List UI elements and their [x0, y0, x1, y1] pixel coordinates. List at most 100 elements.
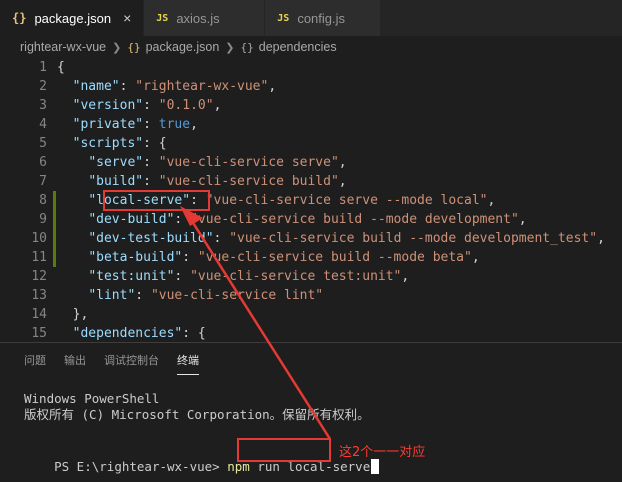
terminal-line-2: 版权所有 (C) Microsoft Corporation。保留所有权利。	[24, 407, 370, 422]
js-file-icon: JS	[156, 12, 169, 24]
code-text: },	[57, 305, 89, 324]
line-number: 3	[39, 98, 47, 113]
annotation-note: 这2个一一对应	[339, 445, 426, 460]
code-line[interactable]: 12 "test:unit": "vue-cli-service test:un…	[0, 267, 622, 286]
tab-terminal[interactable]: 终端	[177, 346, 199, 375]
code-token: ,	[190, 117, 198, 132]
line-number: 12	[31, 269, 47, 284]
tab-package-json[interactable]: {} package.json ×	[0, 0, 145, 36]
chevron-right-icon: ❯	[112, 41, 122, 54]
code-token: "vue-cli-service serve"	[158, 155, 339, 170]
code-token: ,	[338, 174, 347, 189]
editor-tab-bar: {} package.json × JS axios.js JS config.…	[0, 0, 622, 36]
code-line[interactable]: 5 "scripts": {	[0, 134, 622, 153]
line-number: 11	[31, 250, 47, 265]
breadcrumb-symbol[interactable]: dependencies	[259, 40, 337, 54]
code-token: "dependencies"	[72, 326, 183, 341]
tab-problems[interactable]: 问题	[24, 346, 46, 374]
code-line[interactable]: 14 },	[0, 305, 622, 324]
code-token: {	[57, 60, 65, 75]
code-token: :	[143, 155, 159, 170]
code-token: "dev-test-build"	[88, 231, 214, 246]
code-token: "vue-cli-service build --mode developmen…	[190, 212, 519, 227]
code-token: "vue-cli-service build --mode developmen…	[229, 231, 598, 246]
code-token: :	[143, 174, 159, 189]
code-token: {	[197, 326, 206, 341]
code-token: "dev-build"	[88, 212, 175, 227]
modified-line-marker	[53, 229, 56, 248]
code-line[interactable]: 7 "build": "vue-cli-service build",	[0, 172, 622, 191]
code-token: ,	[518, 212, 527, 227]
code-line[interactable]: 11 "beta-build": "vue-cli-service build …	[0, 248, 622, 267]
code-line[interactable]: 3 "version": "0.1.0",	[0, 96, 622, 115]
close-icon[interactable]: ×	[123, 10, 131, 26]
code-token: },	[57, 307, 89, 322]
tab-debug-console[interactable]: 调试控制台	[104, 346, 159, 374]
terminal-line-1: Windows PowerShell	[24, 391, 160, 406]
code-text: "dependencies": {	[57, 324, 206, 342]
object-icon: {}	[240, 40, 254, 54]
code-line[interactable]: 1{	[0, 58, 622, 77]
code-line[interactable]: 9 "dev-build": "vue-cli-service build --…	[0, 210, 622, 229]
code-text: "lint": "vue-cli-service lint"	[57, 286, 323, 305]
code-text: "serve": "vue-cli-service serve",	[57, 153, 346, 172]
code-token: ,	[401, 269, 410, 284]
code-token: "test:unit"	[88, 269, 175, 284]
tab-axios-js[interactable]: JS axios.js	[144, 0, 266, 36]
modified-line-marker	[53, 248, 56, 267]
terminal-cursor	[371, 459, 380, 474]
chevron-right-icon: ❯	[225, 41, 235, 54]
breadcrumb-file[interactable]: package.json	[146, 40, 220, 54]
code-token: "0.1.0"	[158, 98, 214, 113]
breadcrumb: rightear-wx-vue ❯ {} package.json ❯ {} d…	[0, 36, 622, 58]
code-line[interactable]: 10 "dev-test-build": "vue-cli-service bu…	[0, 229, 622, 248]
code-token: ,	[597, 231, 605, 246]
line-number: 8	[39, 193, 47, 208]
code-line[interactable]: 13 "lint": "vue-cli-service lint"	[0, 286, 622, 305]
code-token: ,	[268, 79, 277, 94]
code-text: {	[57, 58, 65, 77]
code-token: ,	[487, 193, 496, 208]
code-token: true	[158, 117, 191, 132]
tab-output[interactable]: 输出	[64, 346, 86, 374]
code-token: "vue-cli-service serve --mode local"	[205, 193, 488, 208]
code-text: "scripts": {	[57, 134, 167, 153]
line-number: 4	[39, 117, 47, 132]
code-token: "scripts"	[72, 136, 144, 151]
code-token: :	[119, 79, 136, 94]
breadcrumb-project[interactable]: rightear-wx-vue	[20, 40, 106, 54]
code-text: "build": "vue-cli-service build",	[57, 172, 347, 191]
code-token: :	[182, 250, 198, 265]
code-token: "vue-cli-service build"	[158, 174, 339, 189]
line-number: 15	[31, 326, 47, 341]
code-token: "version"	[72, 98, 144, 113]
line-number: 14	[31, 307, 47, 322]
json-file-icon: {}	[12, 11, 27, 25]
code-editor[interactable]: 1{2 "name": "rightear-wx-vue", 3 "version…	[0, 58, 622, 342]
code-token: :	[143, 98, 159, 113]
line-number: 2	[39, 79, 47, 94]
code-line[interactable]: 2 "name": "rightear-wx-vue",	[0, 77, 622, 96]
code-text: "dev-test-build": "vue-cli-service build…	[57, 229, 605, 248]
code-line[interactable]: 6 "serve": "vue-cli-service serve",	[0, 153, 622, 172]
panel-tabs: 问题 输出 调试控制台 终端	[0, 343, 217, 377]
modified-line-marker	[53, 191, 56, 210]
tab-label: package.json	[34, 10, 112, 26]
line-number: 13	[31, 288, 47, 303]
code-line[interactable]: 15 "dependencies": {	[0, 324, 622, 342]
code-token: "build"	[88, 174, 144, 189]
tab-config-js[interactable]: JS config.js	[265, 0, 382, 36]
code-token: "vue-cli-service lint"	[150, 288, 324, 303]
code-token: :	[213, 231, 230, 246]
code-line[interactable]: 4 "private": true,	[0, 115, 622, 134]
code-token: :	[182, 326, 198, 341]
code-line[interactable]: 8 "local-serve": "vue-cli-service serve …	[0, 191, 622, 210]
code-token: "lint"	[88, 288, 136, 303]
